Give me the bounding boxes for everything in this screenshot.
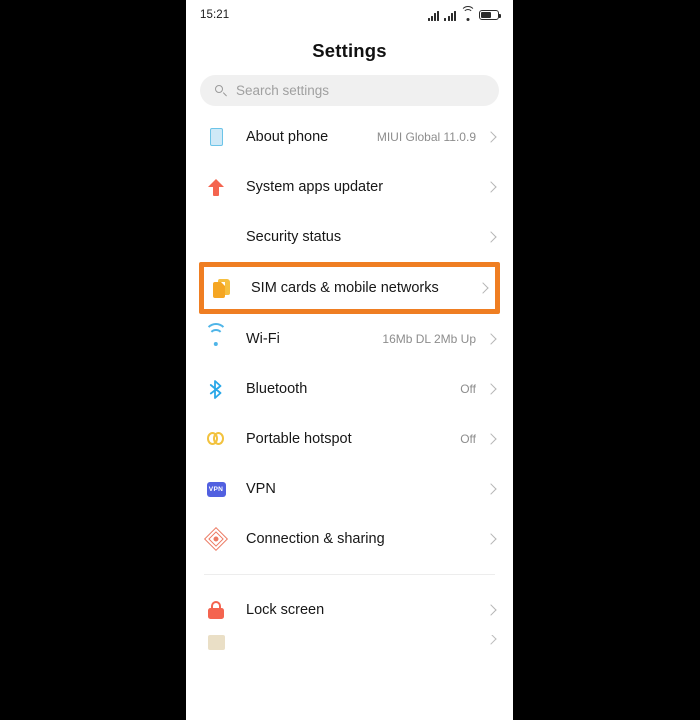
list-item-about-phone[interactable]: About phone MIUI Global 11.0.9 [186, 112, 513, 162]
list-item-label: VPN [246, 481, 276, 497]
list-item-lock-screen[interactable]: Lock screen [186, 585, 513, 635]
chevron-right-icon [485, 483, 497, 495]
search-placeholder: Search settings [236, 83, 330, 98]
list-item-system-apps-updater[interactable]: System apps updater [186, 162, 513, 212]
sim-card-icon [209, 278, 233, 298]
list-item-partially-visible[interactable] [186, 635, 513, 657]
list-item-label: Lock screen [246, 602, 325, 618]
screenshot-stage: 15:21 Settings Search settings About pho… [0, 0, 700, 720]
list-item-value: MIUI Global 11.0.9 [376, 130, 476, 144]
list-item-label: Bluetooth [246, 381, 308, 397]
battery-icon [479, 9, 501, 21]
list-item-label: About phone [246, 129, 329, 145]
chevron-right-icon [485, 383, 497, 395]
chevron-right-icon [485, 131, 497, 143]
display-icon [204, 635, 228, 657]
phone-screen: 15:21 Settings Search settings About pho… [186, 0, 513, 720]
list-item-wifi[interactable]: Wi-Fi 16Mb DL 2Mb Up [186, 314, 513, 364]
status-clock: 15:21 [200, 9, 230, 21]
chevron-right-icon [485, 333, 497, 345]
list-item-value: Off [460, 432, 476, 446]
phone-icon [204, 128, 228, 146]
search-section: Search settings [186, 66, 513, 106]
bluetooth-glyph [209, 379, 222, 399]
settings-list: About phone MIUI Global 11.0.9 System ap… [186, 106, 513, 657]
page-title: Settings [312, 40, 387, 61]
list-item-security-status[interactable]: Security status [186, 212, 513, 262]
list-item-connection-sharing[interactable]: Connection & sharing [186, 514, 513, 564]
chevron-right-icon [485, 635, 497, 645]
up-arrow-icon [204, 178, 228, 196]
chevron-right-icon [485, 433, 497, 445]
list-item-label: Connection & sharing [246, 531, 385, 547]
list-item-sim-cards-mobile-networks[interactable]: SIM cards & mobile networks [199, 262, 500, 314]
list-item-bluetooth[interactable]: Bluetooth Off [186, 364, 513, 414]
list-item-label: Security status [246, 229, 342, 245]
shield-check-icon [204, 228, 228, 247]
list-item-vpn[interactable]: VPN VPN [186, 464, 513, 514]
chevron-right-icon [477, 282, 489, 294]
vpn-icon: VPN [204, 481, 228, 497]
wifi-icon [204, 323, 228, 346]
list-item-portable-hotspot[interactable]: Portable hotspot Off [186, 414, 513, 464]
chevron-right-icon [485, 533, 497, 545]
hotspot-icon [204, 431, 228, 447]
wifi-status-icon [460, 5, 475, 21]
signal-1-icon [427, 10, 440, 21]
list-item-label: Portable hotspot [246, 431, 352, 447]
bluetooth-icon [204, 379, 228, 399]
status-bar: 15:21 [186, 0, 513, 30]
connection-sharing-icon [203, 526, 229, 552]
list-item-label: System apps updater [246, 179, 384, 195]
list-item-label: Wi-Fi [246, 331, 280, 347]
status-icon-group [427, 5, 501, 21]
list-item-value: 16Mb DL 2Mb Up [382, 332, 476, 346]
search-icon [215, 84, 227, 97]
list-item-value: Off [460, 382, 476, 396]
search-input[interactable]: Search settings [200, 75, 499, 106]
chevron-right-icon [485, 604, 497, 616]
list-group-divider [204, 574, 495, 575]
lock-icon [204, 601, 228, 619]
chevron-right-icon [485, 181, 497, 193]
list-item-label: SIM cards & mobile networks [251, 280, 439, 296]
chevron-right-icon [485, 231, 497, 243]
signal-2-icon [444, 10, 456, 21]
vpn-badge-text: VPN [208, 485, 224, 493]
